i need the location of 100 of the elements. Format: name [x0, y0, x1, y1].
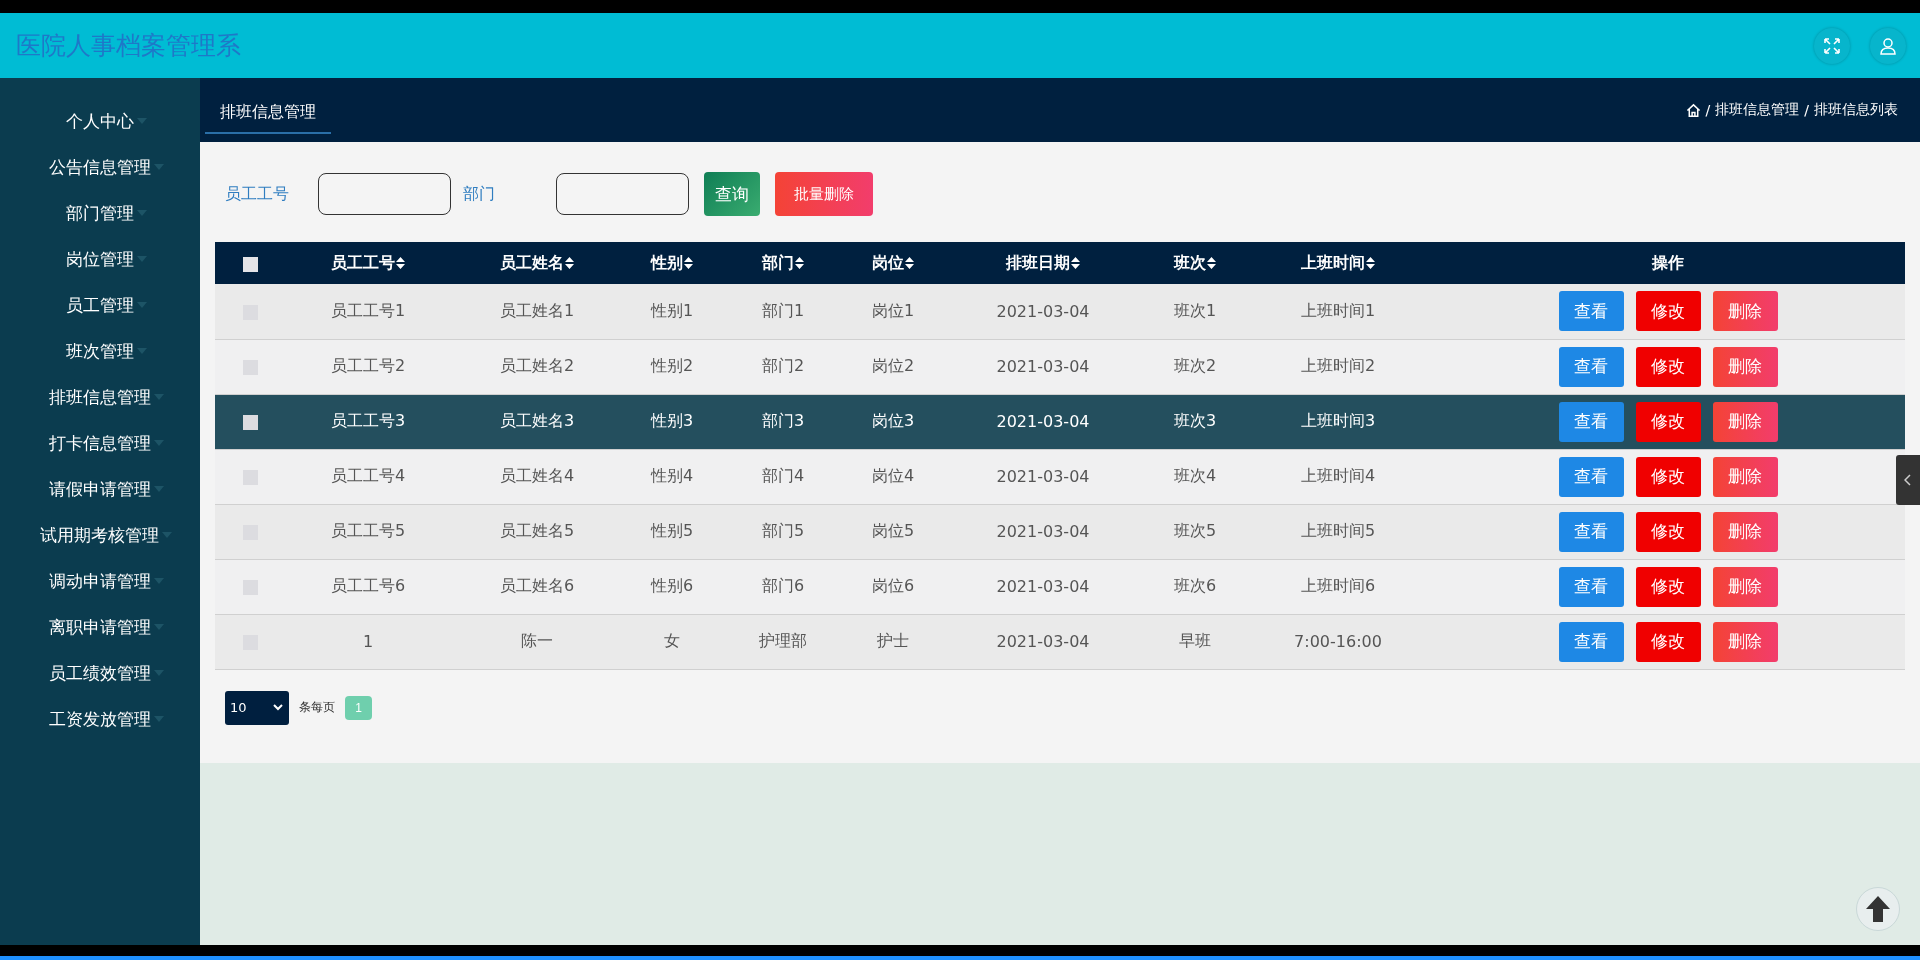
caret-icon	[153, 394, 164, 400]
table-row[interactable]: 员工工号6 员工姓名6 性别6 部门6 岗位6 2021-03-04 班次6 上班时间6 查看 修改 删除	[215, 559, 1905, 614]
table-cell: 护士	[877, 631, 909, 650]
sort-icon[interactable]	[905, 257, 914, 269]
delete-button[interactable]: 删除	[1712, 511, 1778, 552]
sidebar-item[interactable]: 岗位管理	[0, 236, 200, 282]
table-cell: 部门4	[761, 466, 805, 485]
table-row[interactable]: 员工工号1 员工姓名1 性别1 部门1 岗位1 2021-03-04 班次1 上班时间1 查看 修改 删除	[215, 284, 1905, 339]
delete-button[interactable]: 删除	[1712, 621, 1778, 662]
sidebar-item[interactable]: 试用期考核管理	[0, 512, 200, 558]
sidebar-item[interactable]: 公告信息管理	[0, 144, 200, 190]
sort-icon[interactable]	[795, 257, 804, 269]
sidebar-item[interactable]: 部门管理	[0, 190, 200, 236]
edit-button[interactable]: 修改	[1635, 621, 1701, 662]
table-row[interactable]: 员工工号2 员工姓名2 性别2 部门2 岗位2 2021-03-04 班次2 上班时间2 查看 修改 删除	[215, 339, 1905, 394]
caret-icon	[153, 164, 164, 170]
view-button[interactable]: 查看	[1558, 621, 1624, 662]
sidebar-item[interactable]: 调动申请管理	[0, 558, 200, 604]
caret-icon	[153, 440, 164, 446]
batch-delete-button[interactable]: 批量删除	[775, 172, 873, 216]
sidebar-item[interactable]: 员工管理	[0, 282, 200, 328]
view-button[interactable]: 查看	[1558, 401, 1624, 442]
column-header[interactable]: 岗位	[872, 252, 904, 272]
breadcrumb-item[interactable]: 排班信息管理	[1715, 101, 1800, 119]
table-cell: 员工姓名2	[499, 356, 575, 375]
delete-button[interactable]: 删除	[1712, 566, 1778, 607]
caret-icon	[153, 486, 164, 492]
select-all-checkbox[interactable]	[242, 256, 258, 272]
edit-button[interactable]: 修改	[1635, 511, 1701, 552]
column-header[interactable]: 员工工号	[331, 252, 395, 272]
table-cell: 2021-03-04	[996, 522, 1090, 541]
sort-icon[interactable]	[396, 257, 405, 269]
column-header[interactable]: 排班日期	[1006, 252, 1070, 272]
field-label: 员工工号	[225, 183, 290, 205]
input-field[interactable]	[318, 173, 451, 215]
chevron-down-icon	[273, 704, 283, 711]
sort-icon[interactable]	[1071, 257, 1080, 269]
edit-button[interactable]: 修改	[1635, 401, 1701, 442]
sidebar-item[interactable]: 员工绩效管理	[0, 650, 200, 696]
sidebar-item[interactable]: 请假申请管理	[0, 466, 200, 512]
app-title: 医院人事档案管理系	[16, 30, 241, 62]
table-cell: 2021-03-04	[996, 577, 1090, 596]
table-cell: 员工姓名4	[499, 466, 575, 485]
breadcrumb-item[interactable]: 排班信息列表	[1814, 101, 1898, 119]
collapse-handle[interactable]	[1896, 455, 1920, 505]
column-header[interactable]: 操作	[1652, 252, 1684, 272]
query-button[interactable]: 查询	[704, 172, 760, 216]
column-header[interactable]: 班次	[1174, 252, 1206, 272]
table-cell: 员工工号4	[330, 466, 406, 485]
sort-icon[interactable]	[1207, 257, 1216, 269]
table-cell: 上班时间6	[1300, 576, 1376, 595]
table-row[interactable]: 员工工号3 员工姓名3 性别3 部门3 岗位3 2021-03-04 班次3 上班时间3 查看 修改 删除	[215, 394, 1905, 449]
delete-button[interactable]: 删除	[1712, 456, 1778, 497]
sidebar-item[interactable]: 个人中心	[0, 98, 200, 144]
table-cell: 员工姓名3	[499, 411, 575, 430]
view-button[interactable]: 查看	[1558, 346, 1624, 387]
sidebar-item[interactable]: 排班信息管理	[0, 374, 200, 420]
table-cell: 班次1	[1173, 300, 1217, 320]
column-header[interactable]: 部门	[762, 252, 794, 272]
edit-button[interactable]: 修改	[1635, 346, 1701, 387]
home-icon[interactable]	[1685, 102, 1701, 118]
column-header[interactable]: 员工姓名	[500, 252, 564, 272]
row-checkbox[interactable]	[242, 415, 258, 430]
table-row[interactable]: 1 陈一 女 护理部 护士 2021-03-04 早班 7:00-16:00 查看 修改 删除	[215, 614, 1905, 669]
table-cell: 岗位2	[871, 356, 915, 375]
table-cell: 早班	[1179, 631, 1211, 650]
table-row[interactable]: 员工工号5 员工姓名5 性别5 部门5 岗位5 2021-03-04 班次5 上班时间5 查看 修改 删除	[215, 504, 1905, 559]
view-button[interactable]: 查看	[1558, 511, 1624, 552]
caret-icon	[153, 578, 164, 584]
sort-icon[interactable]	[1366, 257, 1375, 269]
column-header[interactable]: 性别	[651, 252, 683, 272]
sidebar-item[interactable]: 打卡信息管理	[0, 420, 200, 466]
delete-button[interactable]: 删除	[1712, 291, 1778, 332]
tab[interactable]: 排班信息管理	[205, 92, 331, 134]
sidebar-item[interactable]: 工资发放管理	[0, 696, 200, 742]
table-cell: 2021-03-04	[996, 301, 1090, 321]
table-cell: 1	[362, 632, 374, 651]
sort-icon[interactable]	[565, 257, 574, 269]
delete-button[interactable]: 删除	[1712, 346, 1778, 387]
view-button[interactable]: 查看	[1558, 291, 1624, 332]
table-cell: 班次4	[1173, 466, 1217, 485]
table-row[interactable]: 员工工号4 员工姓名4 性别4 部门4 岗位4 2021-03-04 班次4 上班时间4 查看 修改 删除	[215, 449, 1905, 504]
delete-button[interactable]: 删除	[1712, 401, 1778, 442]
table-cell: 员工工号5	[330, 521, 406, 540]
sidebar-item[interactable]: 班次管理	[0, 328, 200, 374]
column-header[interactable]: 上班时间	[1301, 252, 1365, 272]
edit-button[interactable]: 修改	[1635, 566, 1701, 607]
chevron-left-icon	[1904, 474, 1912, 486]
caret-icon	[153, 624, 164, 630]
edit-button[interactable]: 修改	[1635, 291, 1701, 332]
input-field[interactable]	[556, 173, 689, 215]
fullscreen-icon[interactable]	[1814, 27, 1850, 64]
page-size-select[interactable]: 10	[225, 690, 289, 725]
table-cell: 女	[664, 631, 680, 650]
sidebar-item[interactable]: 离职申请管理	[0, 604, 200, 650]
view-button[interactable]: 查看	[1558, 566, 1624, 607]
edit-button[interactable]: 修改	[1635, 456, 1701, 497]
table-cell: 部门3	[761, 411, 805, 430]
sort-icon[interactable]	[684, 257, 693, 269]
view-button[interactable]: 查看	[1558, 456, 1624, 497]
